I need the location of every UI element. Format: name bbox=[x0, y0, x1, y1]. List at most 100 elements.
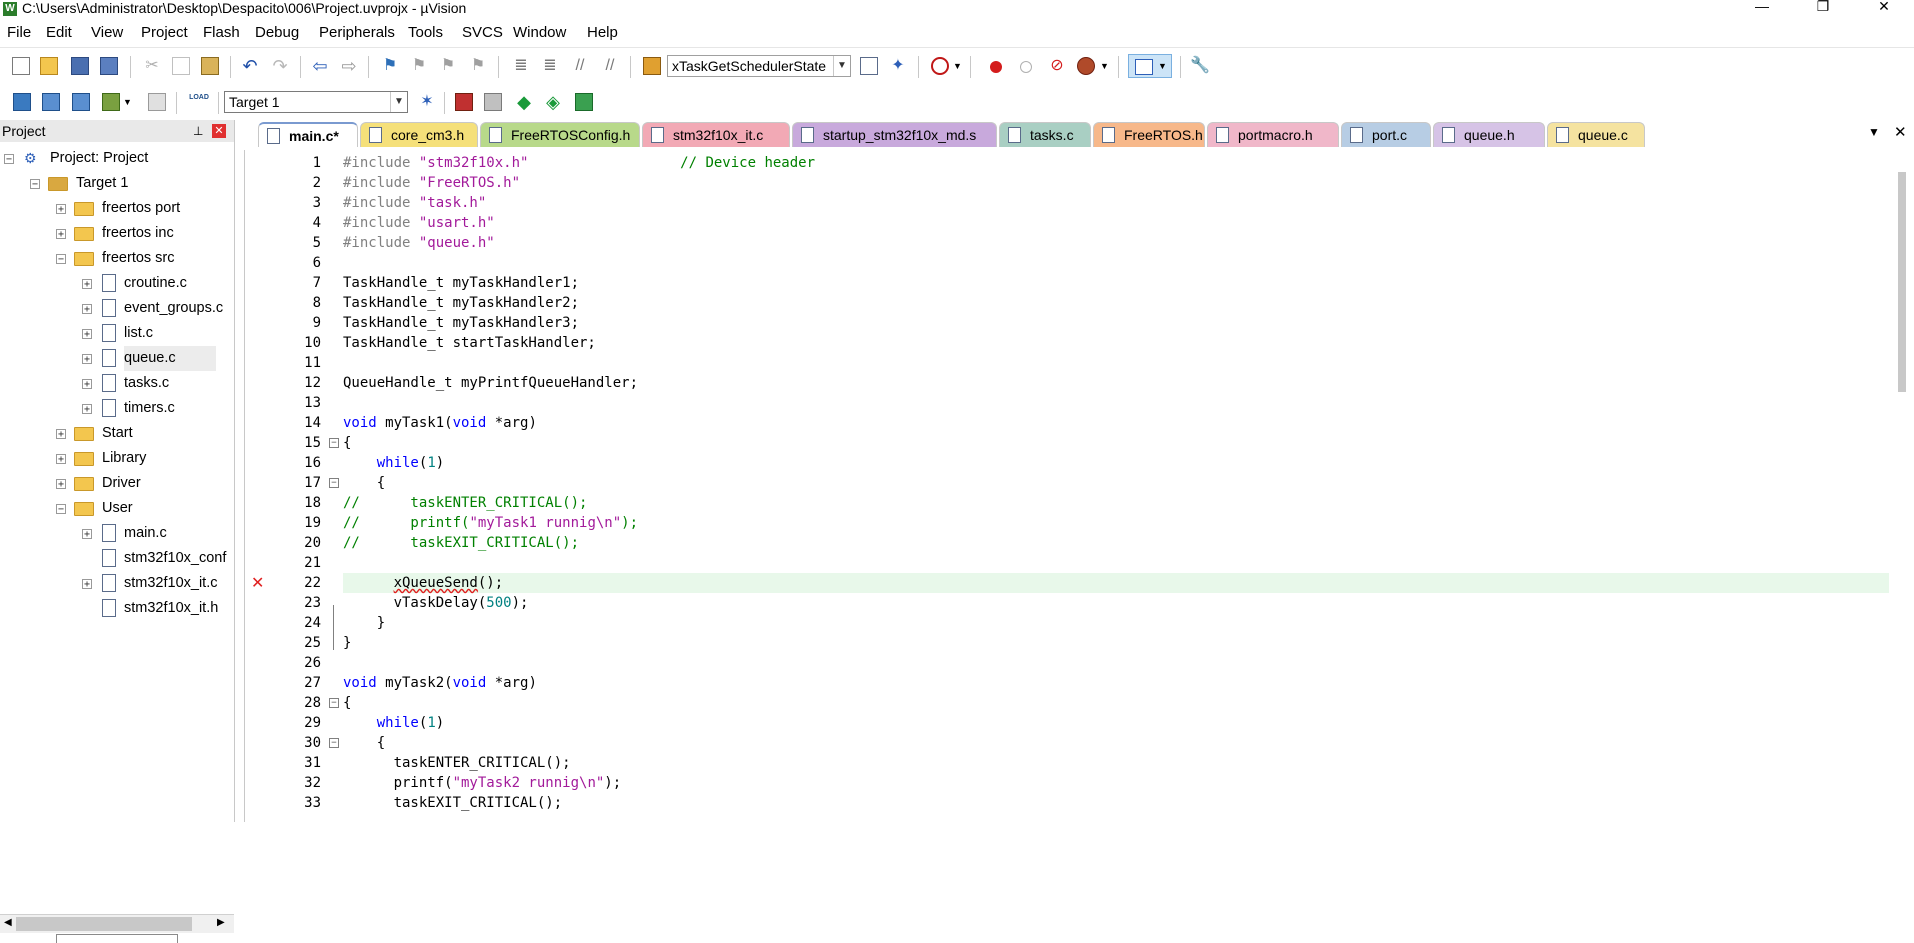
tree-item[interactable]: + queue.c bbox=[0, 346, 234, 371]
comment-icon[interactable]: // bbox=[571, 57, 589, 75]
expand-icon[interactable]: + bbox=[56, 204, 66, 215]
options-for-target-icon[interactable]: ✶ bbox=[418, 93, 436, 111]
scroll-thumb[interactable] bbox=[1898, 172, 1906, 392]
expand-icon[interactable]: + bbox=[82, 354, 92, 365]
menu-edit[interactable]: Edit bbox=[46, 19, 72, 47]
code-line[interactable]: 6 bbox=[245, 253, 1893, 273]
manage-components-icon[interactable] bbox=[455, 93, 473, 111]
file-extensions-icon[interactable] bbox=[484, 93, 502, 111]
expand-icon[interactable]: + bbox=[82, 529, 92, 540]
code-line[interactable]: 5 #include "queue.h" bbox=[245, 233, 1893, 253]
collapse-icon[interactable]: − bbox=[30, 179, 40, 190]
code-line[interactable]: 1 #include "stm32f10x.h" // Device header bbox=[245, 153, 1893, 173]
tree-item[interactable]: + stm32f10x_it.c bbox=[0, 571, 234, 596]
tree-item[interactable]: + freertos port bbox=[0, 196, 234, 221]
menu-help[interactable]: Help bbox=[587, 19, 618, 47]
editor-tab[interactable]: portmacro.h bbox=[1207, 122, 1339, 147]
tree-item[interactable]: + main.c bbox=[0, 521, 234, 546]
disable-breakpoint-icon[interactable] bbox=[1020, 61, 1032, 73]
next-bookmark-icon[interactable]: ⚑ bbox=[439, 57, 457, 75]
code-line[interactable]: 24 } bbox=[245, 613, 1893, 633]
breakpoint-icon[interactable] bbox=[990, 61, 1002, 73]
bookmark-icon[interactable]: ⚑ bbox=[381, 57, 399, 75]
code-line[interactable]: 13 bbox=[245, 393, 1893, 413]
kill-all-breakpoints-icon[interactable] bbox=[1077, 57, 1095, 75]
expand-icon[interactable]: + bbox=[56, 454, 66, 465]
collapse-icon[interactable]: − bbox=[4, 154, 14, 165]
chevron-down-icon[interactable]: ▼ bbox=[833, 56, 850, 76]
tree-item[interactable]: − freertos src bbox=[0, 246, 234, 271]
code-line[interactable]: 23 vTaskDelay(500); bbox=[245, 593, 1893, 613]
code-line[interactable]: 14 void myTask1(void *arg) bbox=[245, 413, 1893, 433]
expand-icon[interactable]: + bbox=[82, 329, 92, 340]
code-line[interactable]: 33 taskEXIT_CRITICAL(); bbox=[245, 793, 1893, 813]
editor-tab[interactable]: stm32f10x_it.c bbox=[642, 122, 790, 147]
expand-icon[interactable]: + bbox=[56, 229, 66, 240]
tree-item[interactable]: − User bbox=[0, 496, 234, 521]
minimize-button[interactable]: — bbox=[1742, 0, 1782, 16]
rebuild-icon[interactable] bbox=[72, 93, 90, 111]
close-button[interactable]: ✕ bbox=[1864, 0, 1904, 16]
menu-debug[interactable]: Debug bbox=[255, 19, 299, 47]
editor-tab[interactable]: FreeRTOS.h bbox=[1093, 122, 1205, 147]
tree-item[interactable]: + timers.c bbox=[0, 396, 234, 421]
indent-icon[interactable]: ≣ bbox=[512, 57, 530, 75]
download-icon[interactable]: LOAD bbox=[188, 93, 210, 111]
find-in-files-icon[interactable] bbox=[643, 57, 661, 75]
tabs-overflow-icon[interactable]: ▼ bbox=[1868, 125, 1880, 139]
code-line[interactable]: 8 TaskHandle_t myTaskHandler2; bbox=[245, 293, 1893, 313]
tree-item[interactable]: + event_groups.c bbox=[0, 296, 234, 321]
open-file-icon[interactable] bbox=[40, 57, 58, 75]
disable-all-breakpoints-icon[interactable]: ⊘ bbox=[1048, 57, 1066, 75]
code-line[interactable]: 15−{ bbox=[245, 433, 1893, 453]
manage-rte-icon[interactable]: ◆ bbox=[515, 93, 533, 111]
code-line[interactable]: 28−{ bbox=[245, 693, 1893, 713]
vertical-scrollbar[interactable] bbox=[1892, 150, 1914, 822]
code-editor[interactable]: 1 #include "stm32f10x.h" // Device header… bbox=[244, 150, 1893, 822]
tree-item[interactable]: + croutine.c bbox=[0, 271, 234, 296]
find-combo[interactable]: xTaskGetSchedulerState ▼ bbox=[667, 55, 851, 77]
code-line[interactable]: 26 bbox=[245, 653, 1893, 673]
code-line[interactable]: 2 #include "FreeRTOS.h" bbox=[245, 173, 1893, 193]
scroll-left-icon[interactable]: ◀ bbox=[4, 917, 12, 928]
editor-tab[interactable]: main.c* bbox=[258, 122, 358, 147]
code-line[interactable]: 29 while(1) bbox=[245, 713, 1893, 733]
code-line[interactable]: 17− { bbox=[245, 473, 1893, 493]
panel-tab[interactable] bbox=[56, 934, 178, 943]
fold-toggle-icon[interactable]: − bbox=[329, 478, 339, 488]
code-line[interactable]: 4 #include "usart.h" bbox=[245, 213, 1893, 233]
paste-icon[interactable] bbox=[201, 57, 219, 75]
code-line[interactable]: 19 // printf("myTask1 runnig\n"); bbox=[245, 513, 1893, 533]
tree-item[interactable]: − ⚙ Project: Project bbox=[0, 146, 234, 171]
expand-icon[interactable]: + bbox=[56, 479, 66, 490]
code-line[interactable]: 25} bbox=[245, 633, 1893, 653]
tree-item[interactable]: stm32f10x_conf bbox=[0, 546, 234, 571]
code-line[interactable]: 16 while(1) bbox=[245, 453, 1893, 473]
debug-session-icon[interactable] bbox=[931, 57, 949, 75]
tree-item[interactable]: + Driver bbox=[0, 471, 234, 496]
close-panel-icon[interactable]: ✕ bbox=[212, 124, 226, 138]
copy-icon[interactable] bbox=[172, 57, 190, 75]
tree-item[interactable]: + list.c bbox=[0, 321, 234, 346]
fold-toggle-icon[interactable]: − bbox=[329, 698, 339, 708]
menu-peripherals[interactable]: Peripherals bbox=[319, 19, 395, 47]
chevron-down-icon[interactable]: ▼ bbox=[1100, 57, 1110, 75]
select-software-packs-icon[interactable]: ◈ bbox=[544, 93, 562, 111]
undo-icon[interactable]: ↶ bbox=[241, 57, 259, 75]
tree-item[interactable]: + Start bbox=[0, 421, 234, 446]
editor-tab[interactable]: FreeRTOSConfig.h bbox=[480, 122, 640, 147]
collapse-icon[interactable]: − bbox=[56, 504, 66, 515]
find-icon[interactable] bbox=[860, 57, 878, 75]
menu-project[interactable]: Project bbox=[141, 19, 188, 47]
scroll-right-icon[interactable]: ▶ bbox=[217, 917, 225, 928]
menu-svcs[interactable]: SVCS bbox=[462, 19, 503, 47]
scroll-thumb[interactable] bbox=[16, 917, 192, 931]
close-tab-icon[interactable]: ✕ bbox=[1894, 123, 1907, 141]
code-line[interactable]: 12 QueueHandle_t myPrintfQueueHandler; bbox=[245, 373, 1893, 393]
configure-icon[interactable]: 🔧 bbox=[1190, 57, 1210, 75]
restore-button[interactable]: ❐ bbox=[1803, 0, 1843, 16]
tree-item[interactable]: + freertos inc bbox=[0, 221, 234, 246]
chevron-down-icon[interactable]: ▼ bbox=[123, 93, 133, 111]
chevron-down-icon[interactable]: ▼ bbox=[390, 92, 407, 112]
clear-bookmarks-icon[interactable]: ⚑ bbox=[469, 57, 487, 75]
